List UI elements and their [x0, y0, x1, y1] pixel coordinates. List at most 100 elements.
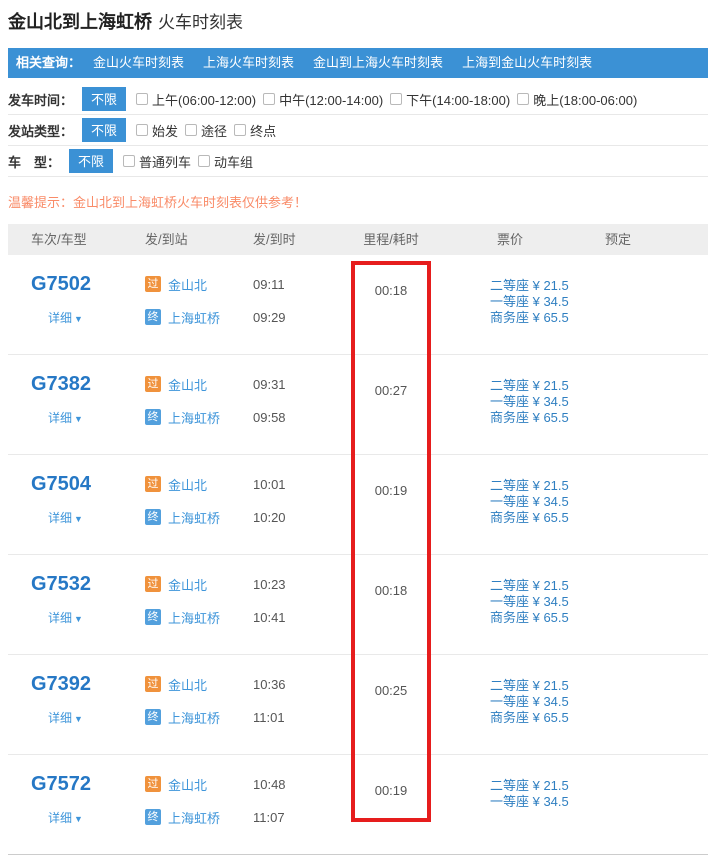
header-duration: 里程/耗时 — [351, 224, 431, 255]
filter-option[interactable]: 普通列车 — [123, 152, 191, 171]
detail-label: 详细 — [48, 411, 72, 425]
terminal-station-badge: 终 — [145, 309, 161, 325]
filter-option[interactable]: 上午(06:00-12:00) — [136, 90, 256, 109]
filter-option[interactable]: 晚上(18:00-06:00) — [517, 90, 637, 109]
table-row: G7502 详细▼ 过 金山北 终 上海虹桥 09:11 09:29 00:18… — [8, 255, 708, 355]
duration-value: 00:18 — [351, 583, 431, 598]
detail-label: 详细 — [48, 511, 72, 525]
to-station-link[interactable]: 上海虹桥 — [168, 708, 220, 727]
to-station-link[interactable]: 上海虹桥 — [168, 808, 220, 827]
price-line: 商务座 ¥ 65.5 — [490, 410, 601, 426]
filter-option[interactable]: 中午(12:00-14:00) — [263, 90, 383, 109]
from-station-link[interactable]: 金山北 — [168, 275, 207, 294]
departure-time: 10:48 — [253, 777, 351, 795]
checkbox-icon[interactable] — [234, 124, 246, 136]
related-link[interactable]: 上海到金山火车时刻表 — [462, 55, 592, 70]
checkbox-icon[interactable] — [136, 124, 148, 136]
detail-toggle[interactable]: 详细▼ — [48, 609, 145, 626]
train-number-link[interactable]: G7504 — [31, 473, 145, 496]
price-line: 商务座 ¥ 65.5 — [490, 710, 601, 726]
train-number-link[interactable]: G7502 — [31, 273, 145, 296]
price-line: 二等座 ¥ 21.5 — [490, 378, 601, 394]
price-line: 商务座 ¥ 65.5 — [490, 510, 601, 526]
from-station-link[interactable]: 金山北 — [168, 775, 207, 794]
booking-cell — [601, 555, 708, 654]
price-line: 一等座 ¥ 34.5 — [490, 294, 601, 310]
page-title-route: 金山北到上海虹桥 — [8, 12, 152, 32]
to-station-link[interactable]: 上海虹桥 — [168, 408, 220, 427]
terminal-station-badge: 终 — [145, 509, 161, 525]
filter-label: 发站类型： — [8, 121, 73, 140]
checkbox-icon[interactable] — [263, 93, 275, 105]
detail-toggle[interactable]: 详细▼ — [48, 709, 145, 726]
related-link[interactable]: 金山到上海火车时刻表 — [313, 55, 443, 70]
filter-unlimited-button[interactable]: 不限 — [82, 118, 126, 142]
train-number-link[interactable]: G7392 — [31, 673, 145, 696]
duration-value: 00:27 — [351, 383, 431, 398]
filter-label: 发车时间： — [8, 90, 73, 109]
to-station-link[interactable]: 上海虹桥 — [168, 608, 220, 627]
pass-station-badge: 过 — [145, 476, 161, 492]
caret-down-icon: ▼ — [74, 414, 83, 424]
filter-option-label: 中午(12:00-14:00) — [279, 90, 383, 109]
header-stations: 发/到站 — [145, 224, 253, 255]
related-links-label: 相关查询： — [16, 55, 81, 70]
price-line: 二等座 ¥ 21.5 — [490, 578, 601, 594]
results-list: G7502 详细▼ 过 金山北 终 上海虹桥 09:11 09:29 00:18… — [8, 255, 708, 855]
terminal-station-badge: 终 — [145, 409, 161, 425]
from-station-link[interactable]: 金山北 — [168, 575, 207, 594]
related-link[interactable]: 金山火车时刻表 — [93, 55, 184, 70]
table-row: G7572 详细▼ 过 金山北 终 上海虹桥 10:48 11:07 00:19… — [8, 755, 708, 855]
header-train: 车次/车型 — [8, 224, 145, 255]
page-title: 金山北到上海虹桥火车时刻表 — [8, 8, 243, 34]
caret-down-icon: ▼ — [74, 614, 83, 624]
filter-option[interactable]: 终点 — [234, 121, 276, 140]
train-number-link[interactable]: G7572 — [31, 773, 145, 796]
to-station-link[interactable]: 上海虹桥 — [168, 308, 220, 327]
arrival-time: 11:01 — [253, 710, 351, 728]
detail-label: 详细 — [48, 811, 72, 825]
filter-unlimited-button[interactable]: 不限 — [69, 149, 113, 173]
from-station-link[interactable]: 金山北 — [168, 375, 207, 394]
filter-option[interactable]: 下午(14:00-18:00) — [390, 90, 510, 109]
booking-cell — [601, 755, 708, 854]
pass-station-badge: 过 — [145, 576, 161, 592]
filter-option-label: 普通列车 — [139, 152, 191, 171]
price-list: 二等座 ¥ 21.5一等座 ¥ 34.5商务座 ¥ 65.5 — [431, 355, 601, 454]
checkbox-icon[interactable] — [185, 124, 197, 136]
detail-toggle[interactable]: 详细▼ — [48, 409, 145, 426]
filter-option[interactable]: 动车组 — [198, 152, 253, 171]
price-line: 一等座 ¥ 34.5 — [490, 794, 601, 810]
filter-option[interactable]: 始发 — [136, 121, 178, 140]
to-station-link[interactable]: 上海虹桥 — [168, 508, 220, 527]
related-links: 金山火车时刻表 上海火车时刻表 金山到上海火车时刻表 上海到金山火车时刻表 — [93, 55, 611, 70]
checkbox-icon[interactable] — [517, 93, 529, 105]
filter-option-label: 动车组 — [214, 152, 253, 171]
price-line: 二等座 ¥ 21.5 — [490, 278, 601, 294]
price-line: 一等座 ¥ 34.5 — [490, 694, 601, 710]
checkbox-icon[interactable] — [136, 93, 148, 105]
pass-station-badge: 过 — [145, 276, 161, 292]
related-links-bar: 相关查询： 金山火车时刻表 上海火车时刻表 金山到上海火车时刻表 上海到金山火车时刻表 — [8, 48, 708, 78]
from-station-link[interactable]: 金山北 — [168, 475, 207, 494]
departure-time: 09:11 — [253, 277, 351, 295]
checkbox-icon[interactable] — [390, 93, 402, 105]
checkbox-icon[interactable] — [198, 155, 210, 167]
notice-text: 温馨提示：金山北到上海虹桥火车时刻表仅供参考！ — [8, 192, 307, 211]
train-number-link[interactable]: G7382 — [31, 373, 145, 396]
departure-time: 10:01 — [253, 477, 351, 495]
checkbox-icon[interactable] — [123, 155, 135, 167]
detail-toggle[interactable]: 详细▼ — [48, 809, 145, 826]
price-list: 二等座 ¥ 21.5一等座 ¥ 34.5商务座 ¥ 65.5 — [431, 455, 601, 554]
detail-toggle[interactable]: 详细▼ — [48, 509, 145, 526]
train-number-link[interactable]: G7532 — [31, 573, 145, 596]
caret-down-icon: ▼ — [74, 314, 83, 324]
from-station-link[interactable]: 金山北 — [168, 675, 207, 694]
related-link[interactable]: 上海火车时刻表 — [203, 55, 294, 70]
terminal-station-badge: 终 — [145, 709, 161, 725]
filter-unlimited-button[interactable]: 不限 — [82, 87, 126, 111]
filter-option[interactable]: 途径 — [185, 121, 227, 140]
header-price: 票价 — [431, 224, 601, 255]
price-list: 二等座 ¥ 21.5一等座 ¥ 34.5商务座 ¥ 65.5 — [431, 555, 601, 654]
detail-toggle[interactable]: 详细▼ — [48, 309, 145, 326]
